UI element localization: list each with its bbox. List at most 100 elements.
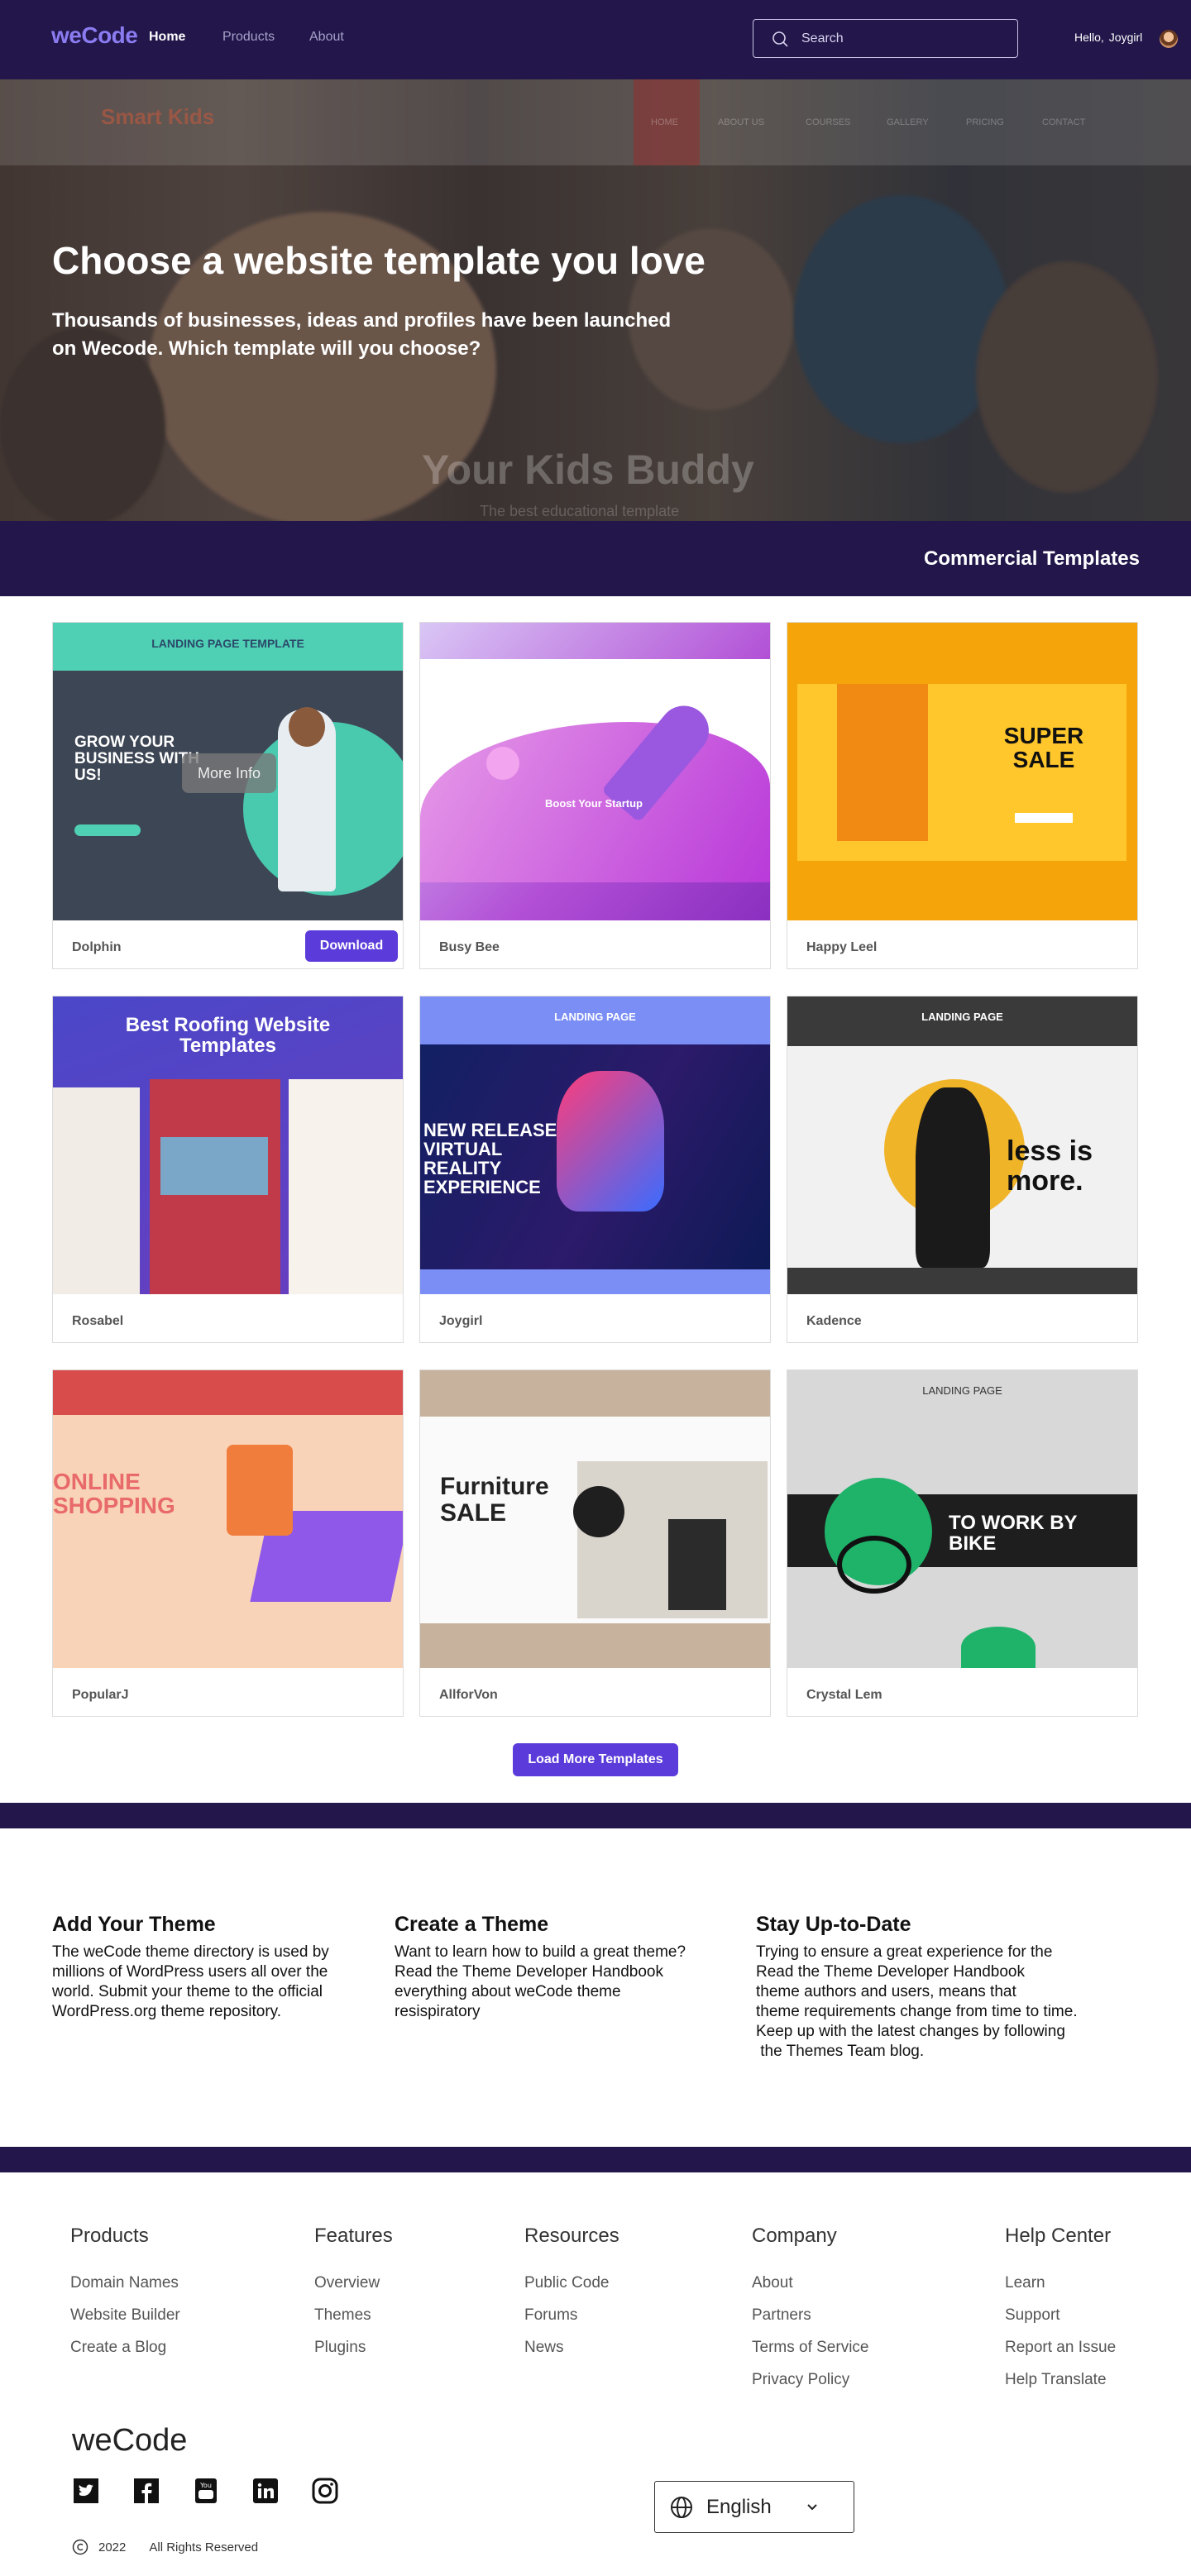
template-name: Dolphin (72, 940, 122, 954)
footer-logo[interactable]: weCode (72, 2423, 187, 2459)
template-thumbnail[interactable]: Furniture SALE (420, 1370, 770, 1668)
footer-column-title: Resources (524, 2225, 619, 2247)
footer-link[interactable]: Themes (314, 2306, 371, 2325)
footer-column-title: Features (314, 2225, 393, 2247)
template-thumbnail[interactable]: LANDING PAGE less is more. (787, 996, 1137, 1294)
template-thumbnail[interactable]: LANDING PAGE TEMPLATE GROW YOUR BUSINESS… (53, 623, 403, 920)
template-card-dolphin[interactable]: LANDING PAGE TEMPLATE GROW YOUR BUSINESS… (52, 622, 404, 969)
footer-column-title: Company (752, 2225, 837, 2247)
top-navbar: weCode Home Products About Search Hello,… (0, 0, 1191, 79)
hero-bg-menu-item: HOME (651, 117, 678, 127)
template-card-joygirl[interactable]: LANDING PAGE NEW RELEASE VIRTUAL REALITY… (419, 996, 771, 1343)
info-line: the Themes Team blog. (756, 2043, 925, 2060)
info-line: resispiratory (395, 2003, 481, 2020)
more-info-button[interactable]: More Info (182, 753, 276, 793)
footer-link[interactable]: News (524, 2339, 564, 2357)
template-card-allforvon[interactable]: Furniture SALE AllforVon (419, 1369, 771, 1717)
template-thumbnail[interactable]: SUPER SALE (787, 623, 1137, 920)
template-thumbnail[interactable]: Best Roofing Website Templates (53, 996, 403, 1294)
template-thumbnail[interactable]: LANDING PAGE TO WORK BY BIKE (787, 1370, 1137, 1668)
thumb-title: LANDING PAGE (922, 1384, 1002, 1397)
hero-banner: Smart Kids HOME ABOUT US COURSES GALLERY… (0, 79, 1191, 521)
info-line: Want to learn how to build a great theme… (395, 1943, 686, 1961)
footer-link[interactable]: Plugins (314, 2339, 366, 2357)
linkedin-icon[interactable] (251, 2477, 280, 2505)
footer-link[interactable]: Domain Names (70, 2274, 179, 2292)
load-more-button[interactable]: Load More Templates (513, 1743, 678, 1776)
thumb-panel (53, 1087, 140, 1294)
section-header: Commercial Templates (0, 521, 1191, 596)
thumb-headline: less is more. (1007, 1135, 1093, 1197)
footer-link[interactable]: Partners (752, 2306, 811, 2325)
thumb-headline: Furniture SALE (440, 1473, 549, 1527)
template-card-happy-leel[interactable]: SUPER SALE Happy Leel (787, 622, 1138, 969)
template-thumbnail[interactable]: ONLINE SHOPPING (53, 1370, 403, 1668)
footer-link[interactable]: Create a Blog (70, 2339, 166, 2357)
youtube-icon[interactable]: You (192, 2477, 220, 2505)
footer-link[interactable]: Learn (1005, 2274, 1045, 2292)
template-name: Crystal Lem (806, 1688, 882, 1702)
info-title: Stay Up-to-Date (756, 1913, 911, 1936)
footer-link[interactable]: Overview (314, 2274, 380, 2292)
template-card-kadence[interactable]: LANDING PAGE less is more. Kadence (787, 996, 1138, 1343)
template-card-rosabel[interactable]: Best Roofing Website Templates Rosabel (52, 996, 404, 1343)
nav-link-about[interactable]: About (309, 30, 344, 45)
template-name: AllforVon (439, 1688, 498, 1702)
copyright-year: 2022 (98, 2540, 127, 2554)
info-line: world. Submit your theme to the official (52, 1983, 323, 2000)
info-line: Read the Theme Developer Handbook (756, 1963, 1025, 1981)
footer-link[interactable]: Forums (524, 2306, 577, 2325)
thumb-bubble (486, 747, 519, 780)
thumb-photo (160, 1137, 268, 1195)
template-card-popularj[interactable]: ONLINE SHOPPING PopularJ (52, 1369, 404, 1717)
thumb-shape (961, 1627, 1036, 1668)
nav-link-products[interactable]: Products (222, 30, 275, 45)
hero-bg-menu-item: PRICING (966, 117, 1004, 127)
twitter-icon[interactable] (72, 2477, 100, 2505)
section-title: Commercial Templates (924, 547, 1140, 570)
download-button[interactable]: Download (305, 930, 398, 962)
footer-link[interactable]: Support (1005, 2306, 1060, 2325)
thumb-button (74, 824, 141, 836)
thumb-header (53, 1370, 403, 1415)
info-line: Keep up with the latest changes by follo… (756, 2023, 1065, 2040)
thumb-headline: Best Roofing Website Templates (125, 1014, 331, 1058)
info-line: Trying to ensure a great experience for … (756, 1943, 1053, 1961)
language-select[interactable]: English (654, 2481, 854, 2533)
footer-link[interactable]: Website Builder (70, 2306, 180, 2325)
hero-bg-menu-item: CONTACT (1042, 117, 1086, 127)
footer-link[interactable]: Terms of Service (752, 2339, 868, 2357)
footer-link[interactable]: Help Translate (1005, 2371, 1107, 2389)
footer-link[interactable]: About (752, 2274, 793, 2292)
user-greeting[interactable]: Hello, Joygirl (1074, 31, 1142, 44)
footer-link[interactable]: Privacy Policy (752, 2371, 849, 2389)
hero-bg-menu-item: ABOUT US (718, 117, 765, 127)
template-name: PopularJ (72, 1688, 129, 1702)
thumb-bag (227, 1445, 293, 1536)
template-card-crystal-lem[interactable]: LANDING PAGE TO WORK BY BIKE Crystal Lem (787, 1369, 1138, 1717)
template-thumbnail[interactable]: Boost Your Startup (420, 623, 770, 920)
search-input[interactable]: Search (753, 19, 1018, 58)
thumb-title: LANDING PAGE TEMPLATE (151, 637, 304, 650)
thumb-bike (837, 1536, 911, 1594)
nav-link-home[interactable]: Home (149, 30, 185, 45)
search-placeholder: Search (801, 31, 844, 45)
thumb-person (916, 1087, 990, 1268)
instagram-icon[interactable] (311, 2477, 339, 2505)
thumb-title: LANDING PAGE (554, 1011, 636, 1023)
info-line: theme requirements change from time to t… (756, 2003, 1078, 2020)
hero-bg-menu-item: COURSES (806, 117, 851, 127)
footer-link[interactable]: Report an Issue (1005, 2339, 1116, 2357)
info-line: WordPress.org theme repository. (52, 2003, 282, 2020)
hero-bg-menu-item: GALLERY (887, 117, 929, 127)
thumb-legs (837, 684, 928, 841)
template-thumbnail[interactable]: LANDING PAGE NEW RELEASE VIRTUAL REALITY… (420, 996, 770, 1294)
avatar[interactable] (1160, 30, 1178, 48)
template-card-busy-bee[interactable]: Boost Your Startup Busy Bee (419, 622, 771, 969)
template-name: Rosabel (72, 1314, 124, 1328)
footer-link[interactable]: Public Code (524, 2274, 609, 2292)
globe-icon (671, 2496, 692, 2518)
chevron-down-icon (807, 2503, 817, 2510)
brand-logo[interactable]: weCode (51, 22, 138, 49)
facebook-icon[interactable] (132, 2477, 160, 2505)
